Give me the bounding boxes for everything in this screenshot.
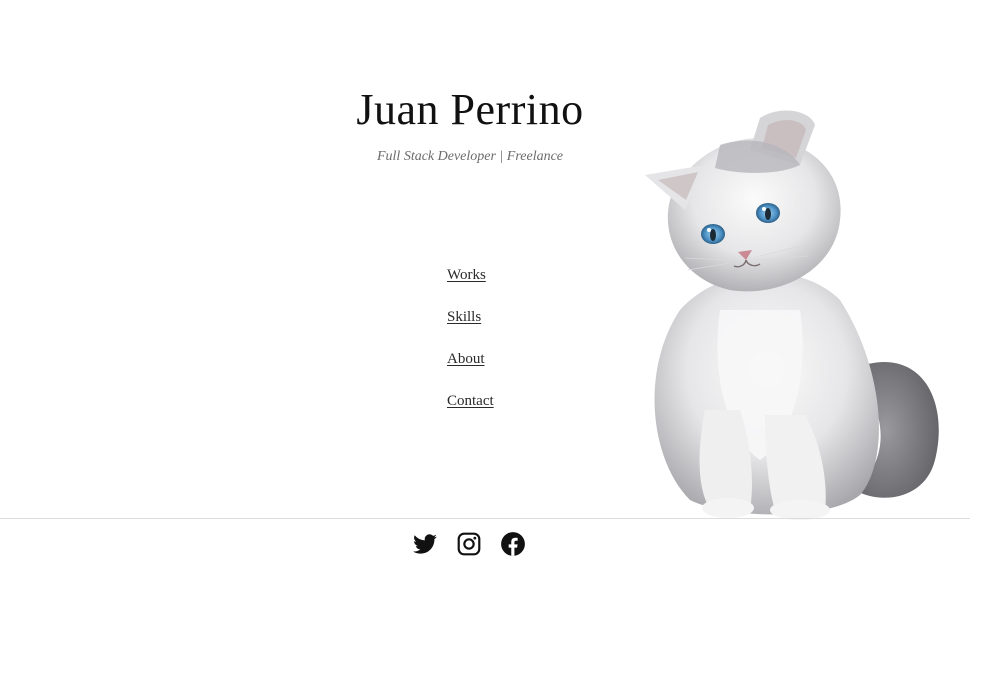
- main-nav: Works Skills About Contact: [447, 266, 494, 434]
- facebook-icon: [501, 532, 525, 556]
- nav-item-skills: Skills: [447, 308, 494, 350]
- nav-item-about: About: [447, 350, 494, 392]
- nav-item-works: Works: [447, 266, 494, 308]
- twitter-icon: [413, 534, 437, 554]
- nav-link-contact[interactable]: Contact: [447, 393, 494, 409]
- instagram-link[interactable]: [456, 531, 482, 557]
- nav-link-skills[interactable]: Skills: [447, 309, 481, 325]
- kitten-image: [645, 110, 939, 520]
- social-links: [412, 531, 526, 557]
- nav-link-about[interactable]: About: [447, 351, 485, 367]
- instagram-icon: [457, 532, 481, 556]
- facebook-link[interactable]: [500, 531, 526, 557]
- nav-link-works[interactable]: Works: [447, 267, 486, 283]
- nav-item-contact: Contact: [447, 392, 494, 434]
- twitter-link[interactable]: [412, 531, 438, 557]
- footer-divider: [0, 518, 970, 519]
